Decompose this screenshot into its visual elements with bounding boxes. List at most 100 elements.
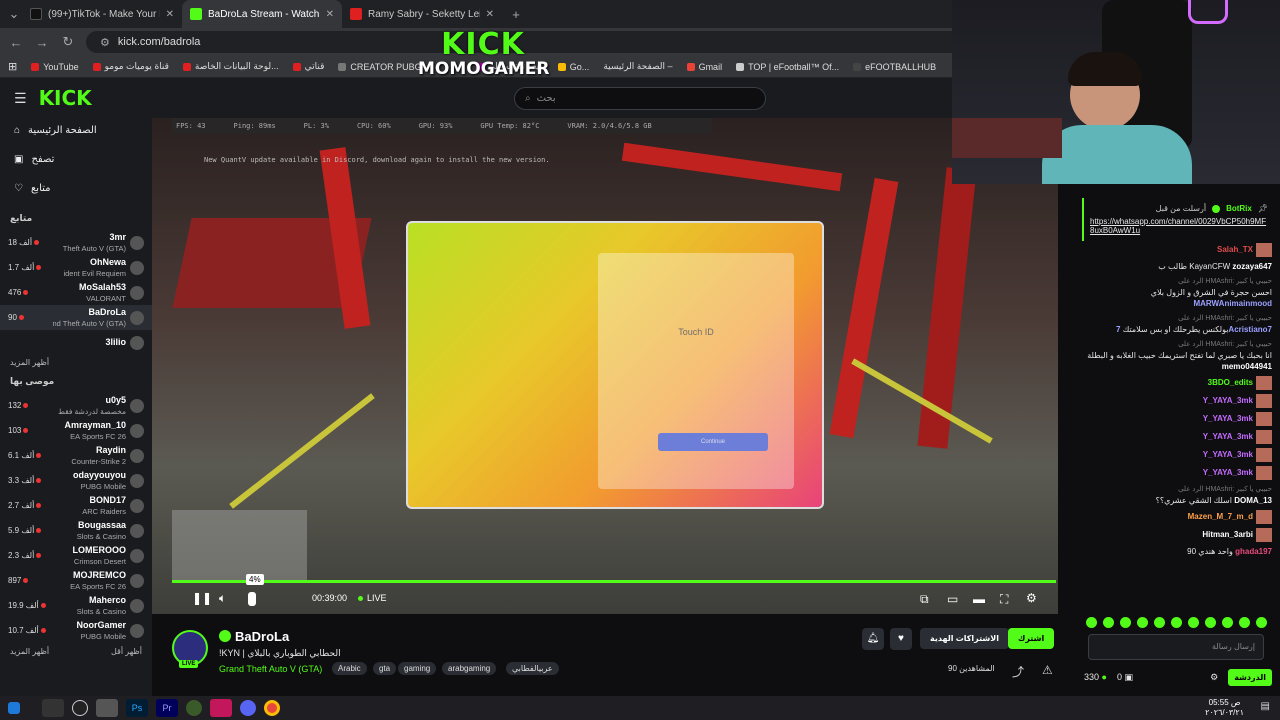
windows-start-icon[interactable] — [8, 702, 20, 714]
volume-slider-handle[interactable] — [248, 592, 256, 606]
emote-icon[interactable] — [1137, 617, 1148, 628]
pause-icon[interactable]: ❚❚ — [192, 591, 212, 605]
chat-username[interactable]: 3BDO_edits — [1208, 378, 1253, 387]
chat-message[interactable]: Hitman_3arbi — [1076, 526, 1280, 544]
sidebar-item-browse[interactable]: ▣ تصفح — [0, 145, 152, 174]
chat-username[interactable]: DOMA_13 — [1234, 496, 1272, 505]
sidebar-channel[interactable]: 3.3 ألف odayyouyou PUBG Mobile — [0, 468, 152, 493]
emote-icon[interactable] — [1103, 617, 1114, 628]
site-info-icon[interactable]: ⚙ — [100, 36, 110, 49]
chat-message[interactable]: Salah_TX — [1076, 241, 1280, 259]
bookmark[interactable]: eFOOTBALLHUB — [853, 62, 936, 72]
premiere-icon[interactable]: Pr — [156, 699, 178, 717]
chat-message[interactable]: Y_YAYA_3mk — [1076, 464, 1280, 482]
sidebar-channel[interactable]: 18 ألف 3mr Theft Auto V (GTA) — [0, 230, 152, 255]
clip-icon[interactable]: ▭ — [947, 592, 958, 606]
chat-message[interactable]: 3BDO_edits — [1076, 374, 1280, 392]
sidebar-channel[interactable]: 103 Amrayman_10 EA Sports FC 26 — [0, 418, 152, 443]
stream-category[interactable]: Grand Theft Auto V (GTA) — [219, 664, 322, 674]
chat-message[interactable]: الرد على HMAshri: حبيبي يا كبير احسن حجرة… — [1076, 274, 1280, 311]
sidebar-channel[interactable]: 19.9 ألف Maherco Slots & Casino — [0, 593, 152, 618]
emote-icon[interactable] — [1154, 617, 1165, 628]
chat-send-button[interactable]: الدردشة — [1228, 668, 1272, 686]
search-input[interactable]: ⌕ بحث — [514, 87, 766, 110]
kick-logo[interactable]: KICK — [39, 86, 92, 110]
sidebar-channel[interactable]: 10.7 ألف NoorGamer PUBG Mobile — [0, 618, 152, 643]
tag[interactable]: Arabic — [332, 662, 367, 675]
bookmark[interactable]: قناتي — [292, 61, 324, 72]
subscribe-button[interactable]: اشترك — [1008, 628, 1055, 649]
emote-icon[interactable] — [1205, 617, 1216, 628]
tag[interactable]: arabgaming — [442, 662, 497, 675]
notification-icon[interactable]: ▤ — [1261, 701, 1270, 712]
bookmark[interactable]: قناة يوميات مومو — [92, 61, 169, 72]
chat-message[interactable]: الرد على HMAshri: حبيبي يا كبير اسلك الشق… — [1076, 482, 1280, 508]
chat-message[interactable]: الرد على HMAshri: حبيبي يا كبير بولكنس يط… — [1076, 311, 1280, 337]
sidebar-channel[interactable]: 132 u0y5 مخصصة لدردشة فقط — [0, 393, 152, 418]
chat-username[interactable]: Hitman_3arbi — [1202, 530, 1253, 539]
share-icon[interactable]: ⤴ — [1012, 663, 1024, 680]
settings-icon[interactable]: ⚙ — [1026, 591, 1037, 605]
emote-icon[interactable] — [1239, 617, 1250, 628]
chat-username[interactable]: Salah_TX — [1217, 245, 1253, 254]
close-icon[interactable]: ✕ — [166, 9, 174, 20]
chat-message[interactable]: Y_YAYA_3mk — [1076, 392, 1280, 410]
back-icon[interactable]: ← — [8, 35, 24, 50]
emote-icon[interactable] — [1222, 617, 1233, 628]
bookmark[interactable]: Go... — [557, 62, 589, 72]
discord-icon[interactable] — [240, 700, 256, 716]
bookmark[interactable]: Gmail — [686, 62, 722, 72]
chat-message[interactable]: واحد هندي 90 ghada197 — [1076, 544, 1280, 559]
sidebar-channel[interactable]: 3lilio — [0, 330, 152, 355]
bookmark[interactable]: CREATOR PUBG — [338, 62, 422, 72]
tab-kick[interactable]: BaDroLa Stream - Watch Live ✕ — [182, 0, 342, 28]
chat-message[interactable]: الرد على HMAshri: حبيبي يا كبير انا بحبك … — [1076, 337, 1280, 374]
sidebar-item-following[interactable]: ♡ متابع — [0, 174, 152, 203]
pip-icon[interactable]: ⧉ — [920, 592, 929, 607]
reload-icon[interactable]: ↻ — [60, 34, 76, 50]
tag[interactable]: gaming — [398, 662, 437, 675]
obs-icon[interactable] — [72, 700, 88, 716]
sidebar-channel[interactable]: 897 MOJREMCO EA Sports FC 26 — [0, 568, 152, 593]
video-player[interactable]: FPS: 43 Ping: 89ms PL: 3% CPU: 60% GPU: 93% G… — [152, 118, 1058, 614]
sidebar-channel[interactable]: 6.1 ألف Raydin Counter-Strike 2 — [0, 443, 152, 468]
app-icon[interactable] — [186, 700, 202, 716]
chat-message[interactable]: Mazen_M_7_m_d — [1076, 508, 1280, 526]
app-icon[interactable] — [96, 699, 118, 717]
photoshop-icon[interactable]: Ps — [126, 699, 148, 717]
emote-icon[interactable] — [1086, 617, 1097, 628]
pinned-link[interactable]: https://whatsapp.com/channel/0029VbCP50h… — [1090, 217, 1266, 235]
sidebar-channel[interactable]: 90 BaDroLa nd Theft Auto V (GTA) — [0, 305, 152, 330]
forward-icon[interactable]: → — [34, 35, 50, 50]
tab-search-icon[interactable]: ⌄ — [6, 6, 22, 22]
chat-username[interactable]: MARWAnimainmood — [1193, 299, 1272, 308]
pin-icon[interactable]: 📌︎ — [1258, 204, 1268, 213]
report-icon[interactable]: ⚠ — [1042, 663, 1053, 677]
progress-bar[interactable] — [172, 580, 1056, 583]
chat-input[interactable]: إرسال رسالة — [1088, 634, 1264, 660]
sidebar-channel[interactable]: 5.9 ألف Bougassaa Slots & Casino — [0, 518, 152, 543]
chat-message[interactable]: طالب ب KayanCFW zozaya647 — [1076, 259, 1280, 274]
streamer-name[interactable]: BaDroLa — [235, 629, 289, 644]
bookmark[interactable]: YouTube — [31, 62, 79, 72]
close-icon[interactable]: ✕ — [326, 9, 334, 20]
emote-icon[interactable] — [1120, 617, 1131, 628]
sidebar-item-home[interactable]: ⌂ الصفحة الرئيسية — [0, 116, 152, 145]
sidebar-channel[interactable]: 476 MoSalah53 VALORANT — [0, 280, 152, 305]
chat-settings-icon[interactable]: ⚙ — [1210, 672, 1218, 683]
tab-youtube[interactable]: Ramy Sabry - Seketty Leih (Dub ✕ — [342, 0, 502, 28]
chat-username[interactable]: Y_YAYA_3mk — [1203, 450, 1253, 459]
volume-icon[interactable]: 🔈︎ — [219, 591, 226, 606]
new-tab-button[interactable]: + — [508, 7, 524, 22]
chat-username[interactable]: Y_YAYA_3mk — [1203, 414, 1253, 423]
tab-tiktok[interactable]: (99+)TikTok - Make Your Day ✕ — [22, 0, 182, 28]
emote-icon[interactable] — [1188, 617, 1199, 628]
gift-subs-button[interactable]: الاشتراكات الهدية — [920, 628, 1009, 649]
apps-icon[interactable]: ⊞ — [8, 60, 17, 73]
show-less-link[interactable]: أظهر أقل — [111, 647, 142, 656]
chat-username[interactable]: memo044941 — [1222, 362, 1272, 371]
sidebar-channel[interactable]: 2.3 ألف LOMEROOO Crimson Desert — [0, 543, 152, 568]
app-icon[interactable] — [42, 699, 64, 717]
emote-icon[interactable] — [1171, 617, 1182, 628]
chat-message[interactable]: Y_YAYA_3mk — [1076, 428, 1280, 446]
